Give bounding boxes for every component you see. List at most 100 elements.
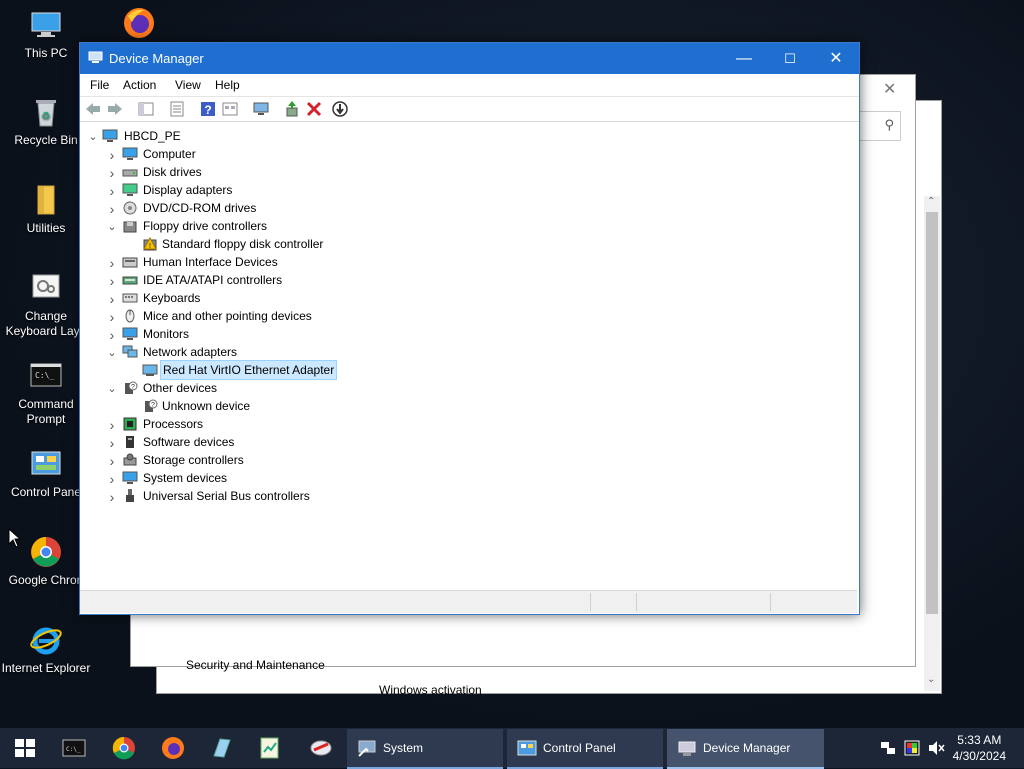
bg-scrollbar[interactable]: ⌃ ⌄ bbox=[924, 196, 940, 691]
maximize-button[interactable]: ☐ bbox=[767, 43, 813, 74]
scroll-down-icon[interactable]: ⌄ bbox=[927, 674, 935, 685]
chevron-right-icon[interactable]: › bbox=[106, 452, 118, 469]
taskbar-command-prompt-icon[interactable]: C:\_ bbox=[62, 736, 86, 760]
computer-icon bbox=[102, 129, 118, 143]
tree-category-row[interactable]: › Human Interface Devices bbox=[80, 253, 480, 271]
bg-close-icon[interactable]: ✕ bbox=[883, 79, 896, 99]
tree-category-row[interactable]: › Processors bbox=[80, 415, 480, 433]
scan-hardware-changes-icon[interactable] bbox=[252, 100, 270, 118]
tree-root[interactable]: ⌄ HBCD_PE bbox=[80, 127, 380, 145]
taskbar-firefox-icon[interactable] bbox=[161, 736, 185, 760]
tree-category-row[interactable]: › Computer bbox=[80, 145, 480, 163]
update-driver-icon[interactable] bbox=[283, 100, 301, 118]
chevron-down-icon[interactable]: ⌄ bbox=[106, 380, 118, 396]
device-category-icon bbox=[122, 291, 138, 305]
scroll-thumb[interactable] bbox=[926, 212, 938, 614]
tree-device-row[interactable]: ! Standard floppy disk controller bbox=[80, 235, 480, 253]
tree-category-row[interactable]: › Monitors bbox=[80, 325, 480, 343]
device-category-icon bbox=[122, 165, 138, 179]
tree-category-row[interactable]: › IDE ATA/ATAPI controllers bbox=[80, 271, 480, 289]
volume-muted-icon[interactable] bbox=[928, 740, 946, 756]
chevron-right-icon[interactable]: › bbox=[106, 182, 118, 199]
display-tray-icon[interactable] bbox=[904, 740, 920, 756]
uninstall-device-icon[interactable] bbox=[305, 100, 323, 118]
internet-explorer-icon bbox=[29, 623, 63, 657]
tree-category-row[interactable]: ⌄ Network adapters bbox=[80, 343, 480, 361]
desktop-icon-internet-explorer[interactable]: Internet Explorer bbox=[0, 623, 92, 676]
chevron-right-icon[interactable]: › bbox=[106, 254, 118, 271]
chevron-right-icon[interactable]: › bbox=[106, 164, 118, 181]
search-icon: ⚲ bbox=[884, 117, 894, 132]
device-icon: ? bbox=[142, 399, 158, 413]
tree-category-row[interactable]: › Software devices bbox=[80, 433, 480, 451]
taskbar-task-device-manager[interactable]: Device Manager bbox=[667, 729, 824, 769]
tree-category-row[interactable]: › Disk drives bbox=[80, 163, 480, 181]
device-manager-window[interactable]: Device Manager — ☐ ✕ File Action View He… bbox=[79, 42, 860, 615]
menu-file[interactable]: File bbox=[90, 78, 109, 92]
tree-category-row[interactable]: › System devices bbox=[80, 469, 480, 487]
tree-category-row[interactable]: ⌄ Floppy drive controllers bbox=[80, 217, 480, 235]
taskbar-tool-icon[interactable] bbox=[309, 736, 333, 760]
svg-text:?: ? bbox=[204, 103, 211, 117]
tree-device-label: Red Hat VirtIO Ethernet Adapter bbox=[160, 360, 338, 380]
chevron-right-icon[interactable]: › bbox=[106, 290, 118, 307]
keyboard-settings-icon bbox=[29, 271, 63, 305]
tree-category-row[interactable]: › DVD/CD-ROM drives bbox=[80, 199, 480, 217]
taskbar-task-label: Control Panel bbox=[543, 741, 616, 755]
tree-category-row[interactable]: › Display adapters bbox=[80, 181, 480, 199]
taskbar-chrome-icon[interactable] bbox=[112, 736, 136, 760]
back-icon[interactable] bbox=[84, 100, 102, 118]
taskbar-task-system[interactable]: System bbox=[347, 729, 503, 769]
disable-device-icon[interactable] bbox=[331, 100, 349, 118]
tree-category-label: IDE ATA/ATAPI controllers bbox=[143, 273, 283, 287]
clock-date: 4/30/2024 bbox=[952, 749, 1006, 763]
menu-action[interactable]: Action bbox=[123, 78, 156, 92]
tree-category-label: Network adapters bbox=[143, 345, 238, 359]
tree-category-row[interactable]: › Keyboards bbox=[80, 289, 480, 307]
device-category-icon bbox=[122, 435, 138, 449]
taskbar-task-control-panel[interactable]: Control Panel bbox=[507, 729, 663, 769]
chrome-icon bbox=[29, 535, 63, 569]
chevron-right-icon[interactable]: › bbox=[106, 146, 118, 163]
tree-category-row[interactable]: › Mice and other pointing devices bbox=[80, 307, 480, 325]
chevron-right-icon[interactable]: › bbox=[106, 326, 118, 343]
taskbar-notepad-icon[interactable] bbox=[258, 736, 282, 760]
tree-device-row[interactable]: Red Hat VirtIO Ethernet Adapter bbox=[80, 360, 480, 380]
menu-view[interactable]: View bbox=[175, 78, 201, 92]
chevron-right-icon[interactable]: › bbox=[106, 470, 118, 487]
properties-icon[interactable] bbox=[168, 100, 186, 118]
chevron-down-icon[interactable]: ⌄ bbox=[106, 344, 118, 360]
chevron-right-icon[interactable]: › bbox=[106, 200, 118, 217]
network-tray-icon[interactable] bbox=[880, 740, 896, 756]
chevron-down-icon[interactable]: ⌄ bbox=[87, 128, 99, 144]
tree-category-row[interactable]: › Storage controllers bbox=[80, 451, 480, 469]
chevron-right-icon[interactable]: › bbox=[106, 488, 118, 505]
chevron-right-icon[interactable]: › bbox=[106, 434, 118, 451]
title-bar[interactable]: Device Manager — ☐ ✕ bbox=[80, 43, 859, 74]
minimize-button[interactable]: — bbox=[721, 43, 767, 74]
scroll-up-icon[interactable]: ⌃ bbox=[927, 196, 935, 207]
chevron-right-icon[interactable]: › bbox=[106, 308, 118, 325]
start-windows-icon[interactable] bbox=[13, 736, 37, 760]
device-category-icon: ? bbox=[122, 381, 138, 395]
tree-category-row[interactable]: ⌄? Other devices bbox=[80, 379, 480, 397]
chevron-right-icon[interactable]: › bbox=[106, 416, 118, 433]
taskbar-explorer-icon[interactable] bbox=[210, 736, 234, 760]
status-bar bbox=[80, 590, 857, 613]
bg-link-security-maintenance[interactable]: Security and Maintenance bbox=[186, 658, 325, 672]
forward-icon[interactable] bbox=[106, 100, 124, 118]
bg-link-windows-activation[interactable]: Windows activation bbox=[379, 683, 482, 697]
menu-help[interactable]: Help bbox=[215, 78, 240, 92]
view-icon[interactable] bbox=[221, 100, 239, 118]
show-hide-console-tree-icon[interactable] bbox=[137, 100, 155, 118]
toolbar: ? bbox=[80, 97, 859, 122]
close-button[interactable]: ✕ bbox=[813, 43, 859, 74]
desktop-icon-firefox[interactable] bbox=[93, 6, 185, 44]
tree-device-row[interactable]: ? Unknown device bbox=[80, 397, 480, 415]
device-tree[interactable]: ⌄ HBCD_PE › Computer › Disk drives › Display ad… bbox=[80, 123, 857, 589]
chevron-down-icon[interactable]: ⌄ bbox=[106, 218, 118, 234]
chevron-right-icon[interactable]: › bbox=[106, 272, 118, 289]
help-icon[interactable]: ? bbox=[199, 100, 217, 118]
tree-category-row[interactable]: › Universal Serial Bus controllers bbox=[80, 487, 480, 505]
system-clock[interactable]: 5:33 AM 4/30/2024 bbox=[953, 732, 1006, 764]
